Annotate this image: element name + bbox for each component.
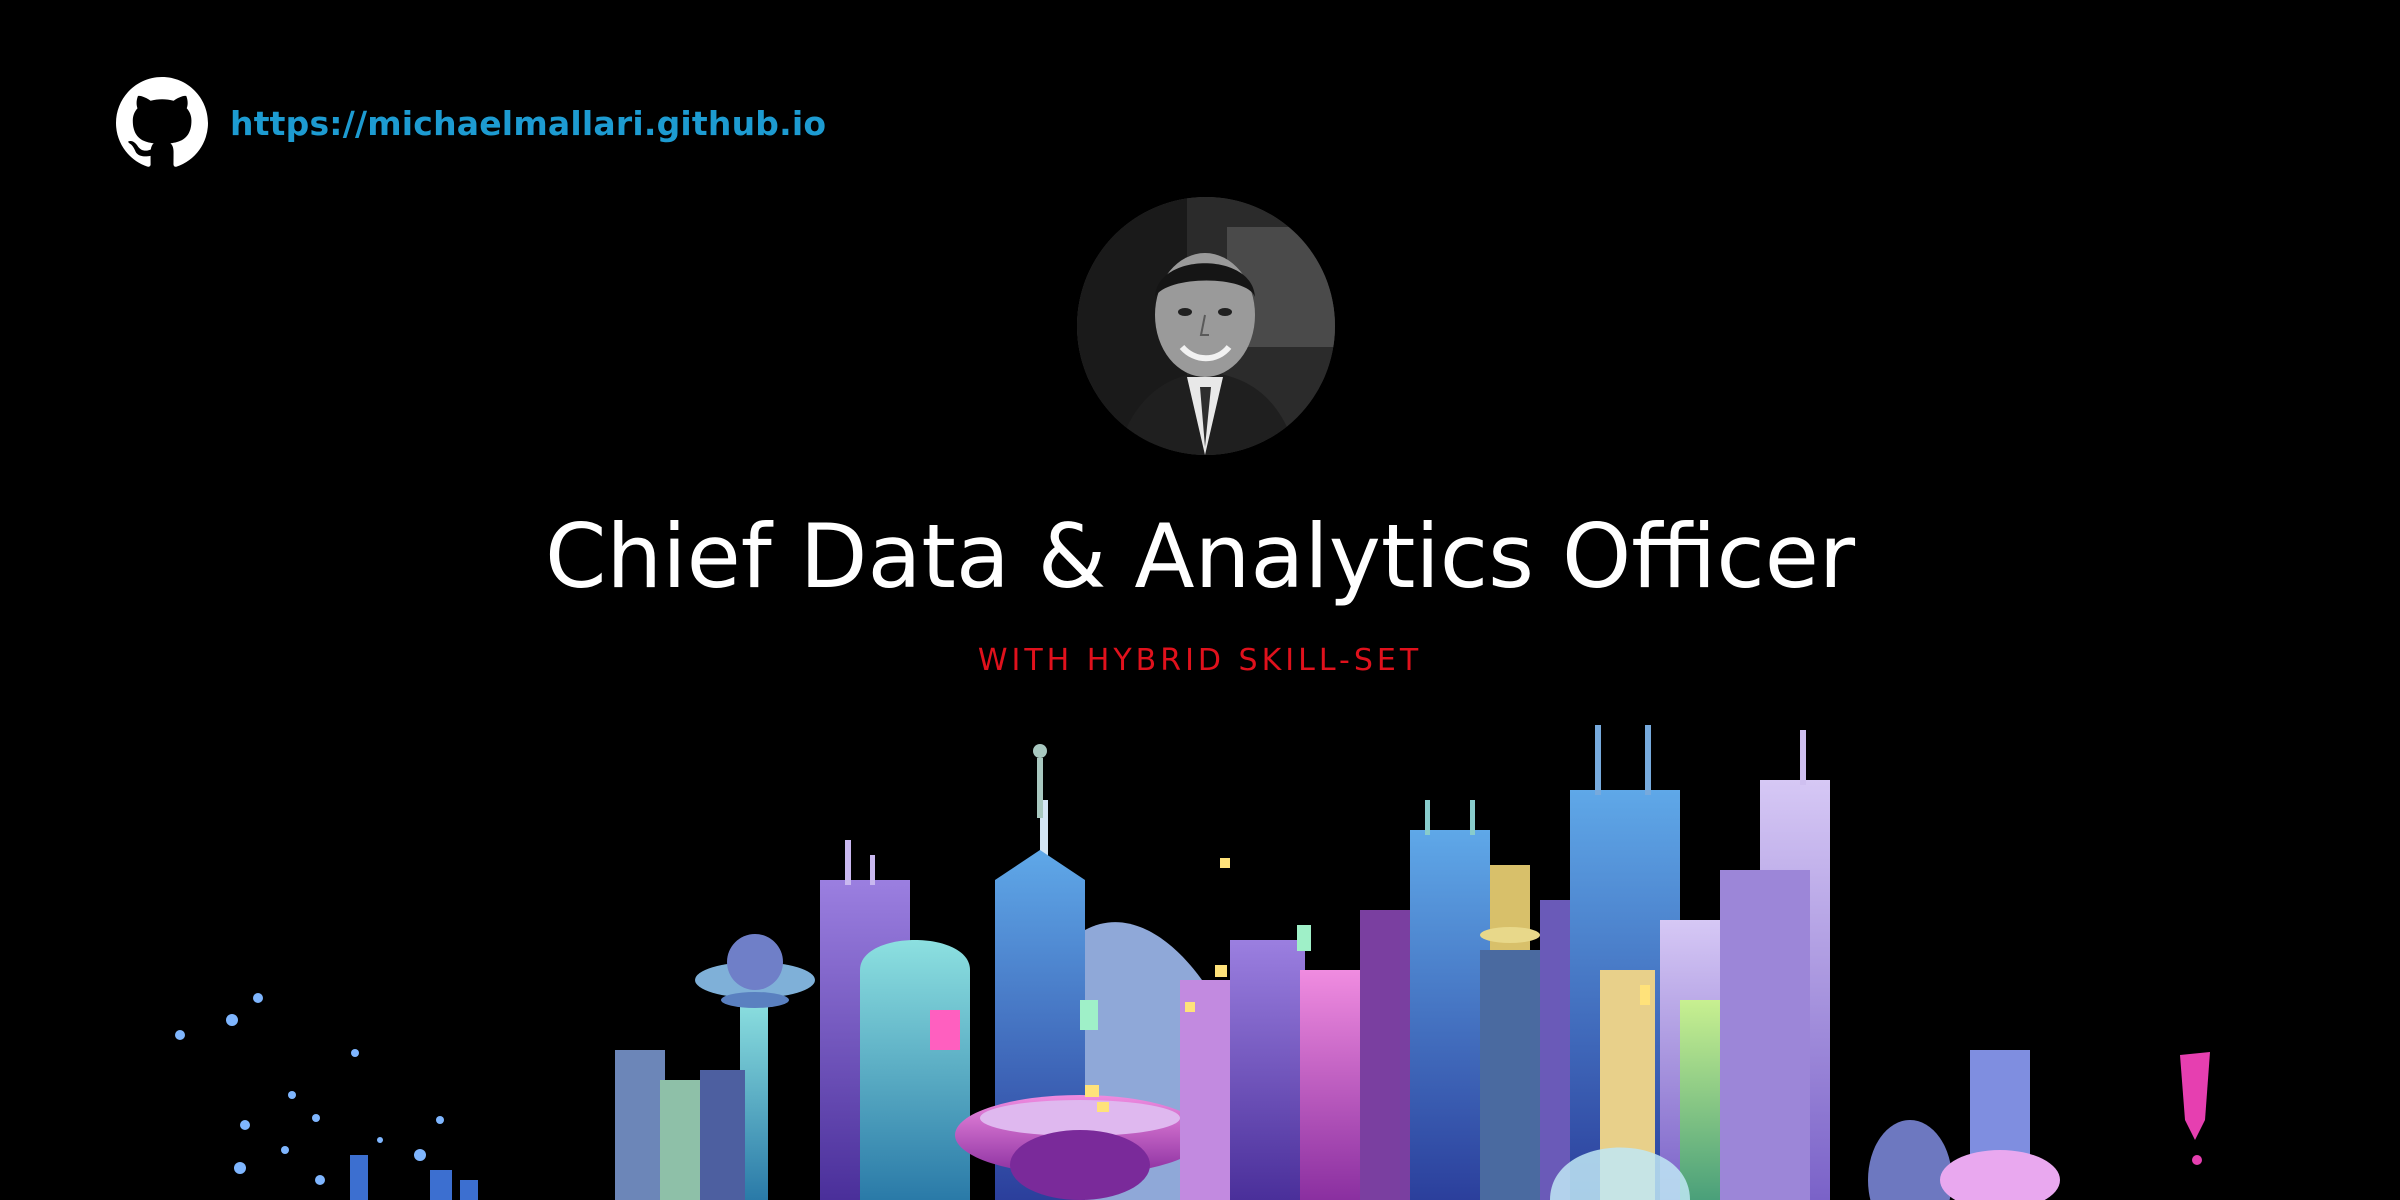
page-subtitle: WITH HYBRID SKILL-SET [977, 643, 1423, 678]
site-url-link[interactable]: https://michaelmallari.github.io [230, 104, 826, 143]
profile-avatar [1077, 197, 1335, 455]
header: https://michaelmallari.github.io [116, 77, 826, 169]
city-skyline-illustration [0, 700, 2400, 1200]
github-icon[interactable] [116, 77, 208, 169]
page-title: Chief Data & Analytics Officer [544, 505, 1856, 608]
